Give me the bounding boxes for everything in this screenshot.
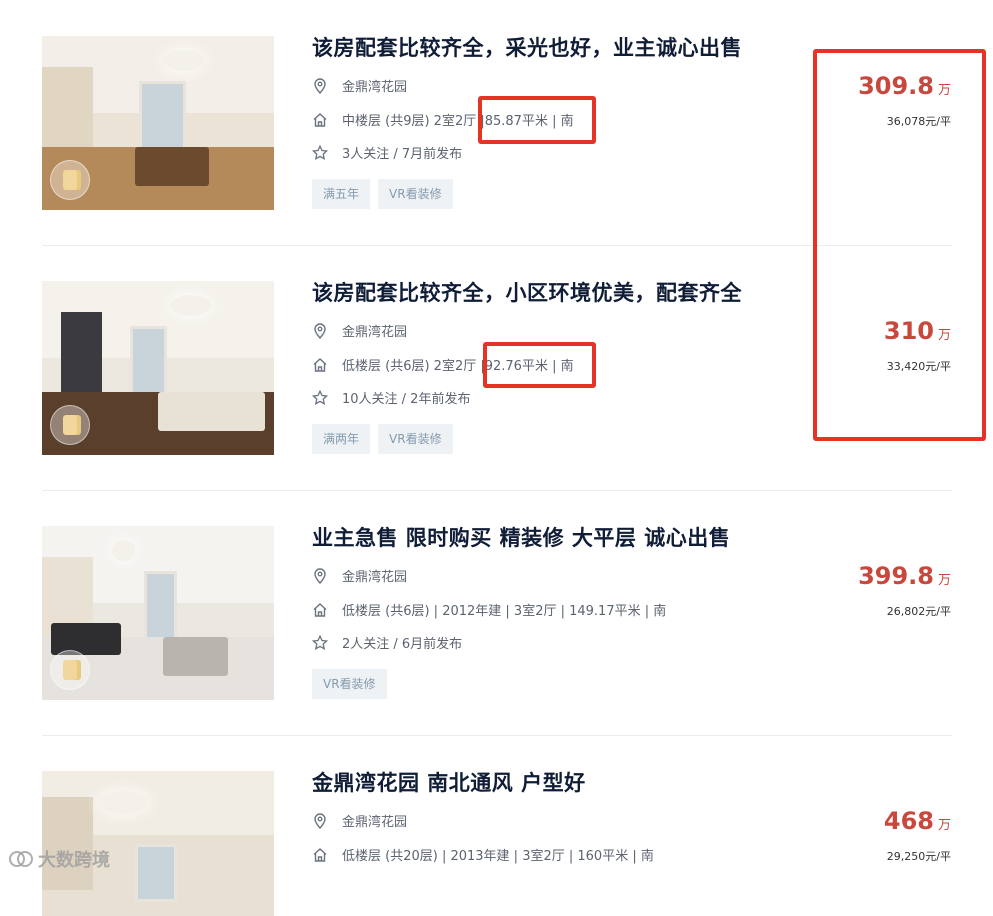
tag: 满五年 [312, 179, 371, 209]
house-info-text: 低楼层 (共6层) 2室2厅 | [342, 359, 485, 374]
tag-list: 满两年 VR看装修 [312, 424, 453, 454]
house-icon [312, 847, 328, 863]
community-row: 金鼎湾花园 [312, 76, 407, 95]
total-price: 468 [883, 807, 934, 835]
location-pin-icon [312, 812, 328, 829]
community-row: 金鼎湾花园 [312, 321, 407, 340]
price-unit: 万 [937, 818, 951, 833]
house-icon [312, 112, 328, 128]
follow-info-row: 3人关注 / 7月前发布 [312, 143, 462, 162]
tag: 满两年 [312, 424, 371, 454]
price-unit: 万 [937, 573, 951, 588]
tag-list: VR看装修 [312, 669, 387, 699]
community-link[interactable]: 金鼎湾花园 [342, 811, 407, 830]
vr-badge-icon[interactable] [50, 650, 90, 690]
location-pin-icon [312, 567, 328, 584]
tag: VR看装修 [378, 424, 453, 454]
tag: VR看装修 [312, 669, 387, 699]
listing-card[interactable]: 金鼎湾花园 南北通风 户型好 金鼎湾花园 低楼层 (共20层) | 2013年建… [0, 735, 993, 916]
community-link[interactable]: 金鼎湾花园 [342, 566, 407, 585]
tag: VR看装修 [378, 179, 453, 209]
community-row: 金鼎湾花园 [312, 566, 407, 585]
location-pin-icon [312, 322, 328, 339]
listing-title[interactable]: 业主急售 限时购买 精装修 大平层 诚心出售 [312, 522, 730, 552]
listing-title[interactable]: 金鼎湾花园 南北通风 户型好 [312, 767, 586, 797]
location-pin-icon [312, 77, 328, 94]
vr-badge-icon[interactable] [50, 160, 90, 200]
total-price: 399.8 [858, 562, 934, 590]
community-link[interactable]: 金鼎湾花园 [342, 76, 407, 95]
price-box: 399.8 万 26,802元/平 [858, 560, 951, 619]
house-icon [312, 357, 328, 373]
listing-card[interactable]: 业主急售 限时购买 精装修 大平层 诚心出售 金鼎湾花园 低楼层 (共6层) |… [0, 490, 993, 735]
follow-info-row: 2人关注 / 6月前发布 [312, 633, 462, 652]
star-icon [312, 390, 328, 406]
follow-text: 10人关注 / 2年前发布 [342, 392, 471, 407]
area-highlight-box [483, 342, 596, 388]
house-icon [312, 602, 328, 618]
house-info-text: 低楼层 (共6层) | 2012年建 | 3室2厅 | 149.17平米 | 南 [342, 604, 667, 619]
watermark: 大数跨境 [8, 846, 110, 872]
community-link[interactable]: 金鼎湾花园 [342, 321, 407, 340]
listing-photo[interactable] [42, 771, 274, 916]
star-icon [312, 635, 328, 651]
follow-text: 2人关注 / 6月前发布 [342, 637, 463, 652]
area-highlight-box [478, 96, 596, 144]
unit-price: 29,250元/平 [886, 850, 951, 863]
follow-text: 3人关注 / 7月前发布 [342, 147, 463, 162]
follow-info-row: 10人关注 / 2年前发布 [312, 388, 470, 407]
house-info-text: 中楼层 (共9层) 2室2厅 | [342, 114, 485, 129]
price-highlight-box [813, 49, 986, 441]
listing-title[interactable]: 该房配套比较齐全，采光也好，业主诚心出售 [312, 32, 742, 62]
house-info-row: 低楼层 (共6层) | 2012年建 | 3室2厅 | 149.17平米 | 南 [312, 600, 666, 619]
house-info-text: 低楼层 (共20层) | 2013年建 | 3室2厅 | 160平米 | 南 [342, 849, 654, 864]
listing-photo[interactable] [42, 526, 274, 700]
tag-list: 满五年 VR看装修 [312, 179, 453, 209]
listing-photo[interactable] [42, 36, 274, 210]
unit-price: 26,802元/平 [886, 605, 951, 618]
listing-title[interactable]: 该房配套比较齐全，小区环境优美，配套齐全 [312, 277, 742, 307]
watermark-logo-icon [9, 851, 33, 867]
vr-badge-icon[interactable] [50, 405, 90, 445]
house-info-row: 低楼层 (共20层) | 2013年建 | 3室2厅 | 160平米 | 南 [312, 845, 654, 864]
price-box: 468 万 29,250元/平 [884, 805, 951, 864]
community-row: 金鼎湾花园 [312, 811, 407, 830]
listing-photo[interactable] [42, 281, 274, 455]
watermark-text: 大数跨境 [38, 850, 110, 871]
star-icon [312, 145, 328, 161]
